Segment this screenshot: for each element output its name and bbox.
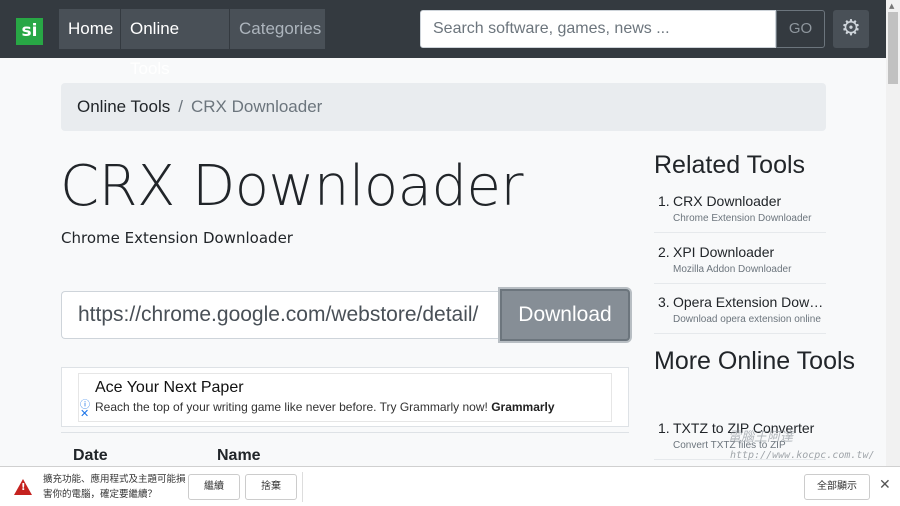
downloads-table-header <box>61 432 629 466</box>
breadcrumb-separator: / <box>178 97 183 116</box>
watermark-url: http://www.kocpc.com.tw/ <box>730 450 875 461</box>
download-button[interactable]: Download <box>500 289 630 341</box>
ad-title[interactable]: Ace Your Next Paper <box>95 379 244 397</box>
breadcrumb: Online Tools / CRX Downloader <box>61 83 826 131</box>
list-number: 3. <box>658 294 670 310</box>
more-tools-heading: More Online Tools <box>654 347 856 375</box>
related-tool-item[interactable]: 2. XPI Downloader Mozilla Addon Download… <box>654 244 826 284</box>
warning-message: 擴充功能、應用程式及主題可能損害你的電腦，確定要繼續？ <box>43 474 186 500</box>
list-number: 1. <box>658 420 670 436</box>
show-all-button[interactable]: 全部顯示 <box>804 474 870 500</box>
list-number: 1. <box>658 193 670 209</box>
gear-icon: ⚙ <box>841 16 861 41</box>
related-tool-item[interactable]: 1. CRX Downloader Chrome Extension Downl… <box>654 193 826 233</box>
divider <box>302 472 303 502</box>
page-title: CRX Downloader <box>60 154 524 219</box>
breadcrumb-online-tools[interactable]: Online Tools <box>77 97 170 116</box>
list-number: 2. <box>658 244 670 260</box>
watermark-logo: 電腦王阿達 <box>728 430 794 445</box>
search-go-button[interactable]: GO <box>776 10 825 48</box>
ad-close-icon[interactable]: ✕ <box>80 407 89 420</box>
close-icon[interactable]: ✕ <box>879 477 891 493</box>
ad-body: Reach the top of your writing game like … <box>95 400 488 414</box>
tool-description: Download opera extension online <box>673 314 821 325</box>
search-input[interactable]: Search software, games, news ... <box>420 10 776 48</box>
extension-url-input[interactable]: https://chrome.google.com/webstore/detai… <box>61 291 501 339</box>
tool-description: Chrome Extension Downloader <box>673 213 812 224</box>
related-tool-item[interactable]: 3. Opera Extension Downloader Download o… <box>654 294 826 334</box>
nav-home[interactable]: Home <box>59 9 120 49</box>
column-header-name: Name <box>217 447 261 464</box>
ad-text[interactable]: Reach the top of your writing game like … <box>95 400 555 414</box>
discard-button[interactable]: 捨棄 <box>245 474 297 500</box>
column-header-date: Date <box>73 447 108 464</box>
settings-button[interactable]: ⚙ <box>833 10 869 48</box>
related-tools-heading: Related Tools <box>654 151 806 179</box>
warning-exclamation: ! <box>21 482 26 493</box>
nav-categories[interactable]: Categories <box>230 9 325 49</box>
page-subtitle: Chrome Extension Downloader <box>61 229 293 247</box>
site-logo[interactable]: si <box>16 18 43 45</box>
scrollbar-thumb[interactable] <box>888 12 898 84</box>
ad-brand: Grammarly <box>491 400 555 414</box>
continue-button[interactable]: 繼續 <box>188 474 240 500</box>
tool-link[interactable]: XPI Downloader <box>673 244 825 260</box>
tool-link[interactable]: CRX Downloader <box>673 193 825 209</box>
breadcrumb-current: CRX Downloader <box>190 97 323 116</box>
tool-description: Mozilla Addon Downloader <box>673 264 792 275</box>
scroll-up-icon[interactable]: ▲ <box>889 2 894 10</box>
tool-link[interactable]: Opera Extension Downloader <box>673 294 825 310</box>
nav-online-tools[interactable]: Online Tools <box>121 9 229 78</box>
